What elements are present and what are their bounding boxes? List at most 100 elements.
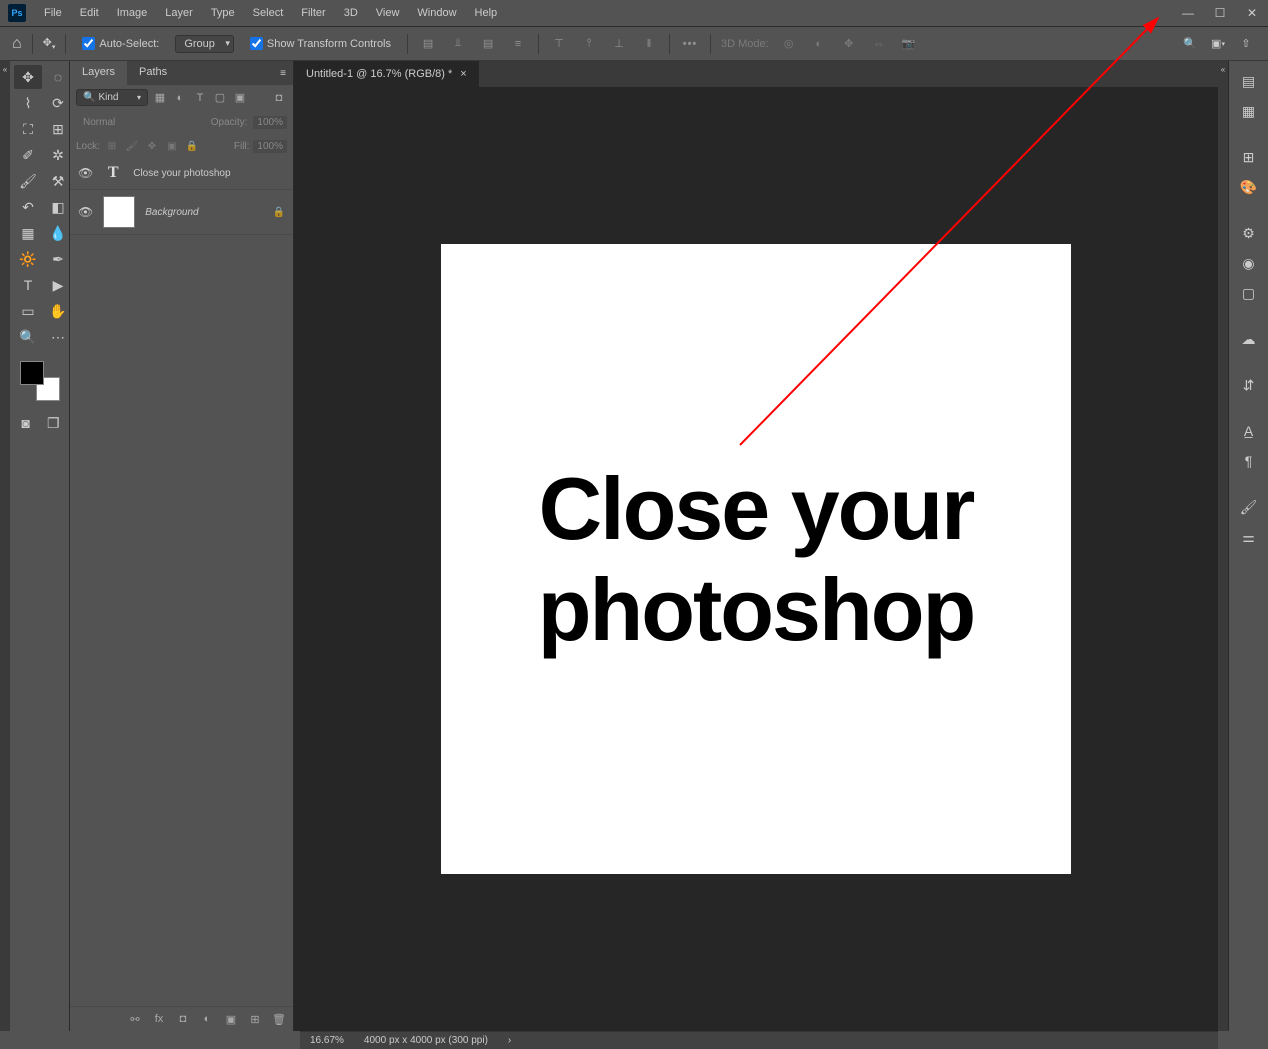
align-center-v-icon[interactable]: ⫯ xyxy=(579,34,599,54)
clone-stamp-tool[interactable]: ⚒ xyxy=(44,169,72,193)
auto-select-checkbox[interactable] xyxy=(82,37,95,50)
crop-tool[interactable]: ⛶ xyxy=(14,117,42,141)
paragraph-panel-icon[interactable]: ¶ xyxy=(1237,449,1261,473)
menu-type[interactable]: Type xyxy=(203,3,243,23)
filter-smart-icon[interactable]: ▣ xyxy=(232,90,248,106)
menu-3d[interactable]: 3D xyxy=(336,3,366,23)
menu-help[interactable]: Help xyxy=(467,3,506,23)
gradient-tool[interactable]: ▦ xyxy=(14,221,42,245)
canvas-viewport[interactable]: Close your photoshop xyxy=(294,87,1218,1031)
link-layers-icon[interactable]: ⚯ xyxy=(127,1011,143,1027)
show-transform-option[interactable]: Show Transform Controls xyxy=(244,35,397,52)
align-left-icon[interactable]: ▤ xyxy=(418,34,438,54)
filter-shape-icon[interactable]: ▢ xyxy=(212,90,228,106)
align-stretch-icon[interactable]: ≡ xyxy=(508,34,528,54)
workspace-icon[interactable]: ▣▾ xyxy=(1208,34,1228,54)
lasso-tool[interactable]: ⌇ xyxy=(14,91,42,115)
visibility-toggle-icon[interactable]: 👁 xyxy=(78,205,93,219)
properties-panel-icon[interactable]: ⊞ xyxy=(1237,145,1261,169)
options-panel-icon[interactable]: ⚌ xyxy=(1237,525,1261,549)
libraries-panel-icon[interactable]: ▢ xyxy=(1237,281,1261,305)
document-tab[interactable]: Untitled-1 @ 16.7% (RGB/8) * × xyxy=(294,61,480,87)
layer-fx-icon[interactable]: fx xyxy=(151,1011,167,1027)
lock-icon[interactable]: 🔒 xyxy=(273,207,285,218)
lock-position-icon[interactable]: ✥ xyxy=(144,138,160,154)
hand-tool[interactable]: ✋ xyxy=(44,299,72,323)
menu-select[interactable]: Select xyxy=(245,3,292,23)
layer-row[interactable]: 👁 Background 🔒 xyxy=(70,190,293,235)
menu-layer[interactable]: Layer xyxy=(157,3,201,23)
document-dimensions[interactable]: 4000 px x 4000 px (300 ppi) xyxy=(364,1035,488,1046)
tab-layers[interactable]: Layers xyxy=(70,61,127,85)
screen-mode-icon[interactable]: ❐ xyxy=(42,411,66,435)
quick-select-tool[interactable]: ⟳ xyxy=(44,91,72,115)
move-tool[interactable]: ✥ xyxy=(14,65,42,89)
quick-mask-icon[interactable]: ◙ xyxy=(14,411,38,435)
auto-select-target-dropdown[interactable]: Group xyxy=(175,35,234,53)
color-panel-icon[interactable]: ▤ xyxy=(1237,69,1261,93)
distribute-icon[interactable]: ‖ xyxy=(639,34,659,54)
canvas[interactable]: Close your photoshop xyxy=(441,244,1071,874)
eyedropper-tool[interactable]: ✐ xyxy=(14,143,42,167)
dodge-tool[interactable]: 🔆 xyxy=(14,247,42,271)
path-select-tool[interactable]: ▶ xyxy=(44,273,72,297)
zoom-tool[interactable]: 🔍 xyxy=(14,325,42,349)
align-center-h-icon[interactable]: ⫫ xyxy=(448,34,468,54)
status-more-icon[interactable]: › xyxy=(508,1035,511,1046)
filter-toggle-icon[interactable]: ◘ xyxy=(271,90,287,106)
blur-tool[interactable]: 💧 xyxy=(44,221,72,245)
lock-all-icon[interactable]: 🔒 xyxy=(184,138,200,154)
character-panel-icon[interactable]: A̲ xyxy=(1237,419,1261,443)
edit-toolbar[interactable]: ⋯ xyxy=(44,325,72,349)
adjustments-panel-icon[interactable]: 🎨 xyxy=(1237,175,1261,199)
circle-panel-icon[interactable]: ◉ xyxy=(1237,251,1261,275)
search-icon[interactable]: 🔍 xyxy=(1180,34,1200,54)
layer-row[interactable]: 👁 T Close your photoshop xyxy=(70,157,293,190)
glyphs-panel-icon[interactable]: ⇵ xyxy=(1237,373,1261,397)
maximize-button[interactable]: ☐ xyxy=(1204,3,1236,23)
lock-artboard-icon[interactable]: ▣ xyxy=(164,138,180,154)
visibility-toggle-icon[interactable]: 👁 xyxy=(78,166,93,180)
menu-view[interactable]: View xyxy=(368,3,408,23)
close-tab-icon[interactable]: × xyxy=(460,68,466,80)
layer-name[interactable]: Background xyxy=(145,207,262,218)
marquee-tool[interactable]: ◌ xyxy=(44,65,72,89)
home-icon[interactable]: ⌂ xyxy=(12,35,22,53)
frame-tool[interactable]: ⊞ xyxy=(44,117,72,141)
eraser-tool[interactable]: ◧ xyxy=(44,195,72,219)
filter-pixel-icon[interactable]: ▦ xyxy=(152,90,168,106)
sliders-panel-icon[interactable]: ⚙ xyxy=(1237,221,1261,245)
filter-type-icon[interactable]: T xyxy=(192,90,208,106)
align-bottom-icon[interactable]: ⊥ xyxy=(609,34,629,54)
lock-pixels-icon[interactable]: 🖌 xyxy=(124,138,140,154)
menu-window[interactable]: Window xyxy=(409,3,464,23)
new-layer-icon[interactable]: ⊞ xyxy=(247,1011,263,1027)
layer-filter-dropdown[interactable]: 🔍 Kind ▾ xyxy=(76,89,148,106)
zoom-level[interactable]: 16.67% xyxy=(310,1035,344,1046)
add-mask-icon[interactable]: ◘ xyxy=(175,1011,191,1027)
align-top-icon[interactable]: ⊤ xyxy=(549,34,569,54)
move-tool-icon[interactable]: ✥▾ xyxy=(43,36,56,51)
menu-edit[interactable]: Edit xyxy=(72,3,107,23)
text-tool[interactable]: T xyxy=(14,273,42,297)
minimize-button[interactable]: — xyxy=(1172,3,1204,23)
show-transform-checkbox[interactable] xyxy=(250,37,263,50)
collapse-handle-right[interactable]: « xyxy=(1218,61,1228,1031)
filter-adjustment-icon[interactable]: ◐ xyxy=(172,90,188,106)
menu-filter[interactable]: Filter xyxy=(293,3,333,23)
align-right-icon[interactable]: ▤ xyxy=(478,34,498,54)
pen-tool[interactable]: ✒ xyxy=(44,247,72,271)
history-brush-tool[interactable]: ↶ xyxy=(14,195,42,219)
foreground-color-swatch[interactable] xyxy=(20,361,44,385)
lock-transparent-icon[interactable]: ⊞ xyxy=(104,138,120,154)
menu-file[interactable]: File xyxy=(36,3,70,23)
rectangle-tool[interactable]: ▭ xyxy=(14,299,42,323)
brush-settings-panel-icon[interactable]: 🖌 xyxy=(1237,495,1261,519)
new-group-icon[interactable]: ▣ xyxy=(223,1011,239,1027)
close-button[interactable]: ✕ xyxy=(1236,3,1268,23)
layer-name[interactable]: Close your photoshop xyxy=(133,168,285,179)
panel-menu-icon[interactable]: ≡ xyxy=(273,61,293,85)
delete-layer-icon[interactable]: 🗑 xyxy=(271,1011,287,1027)
blend-mode-dropdown[interactable]: Normal xyxy=(76,114,205,131)
color-swatches[interactable] xyxy=(20,361,60,401)
